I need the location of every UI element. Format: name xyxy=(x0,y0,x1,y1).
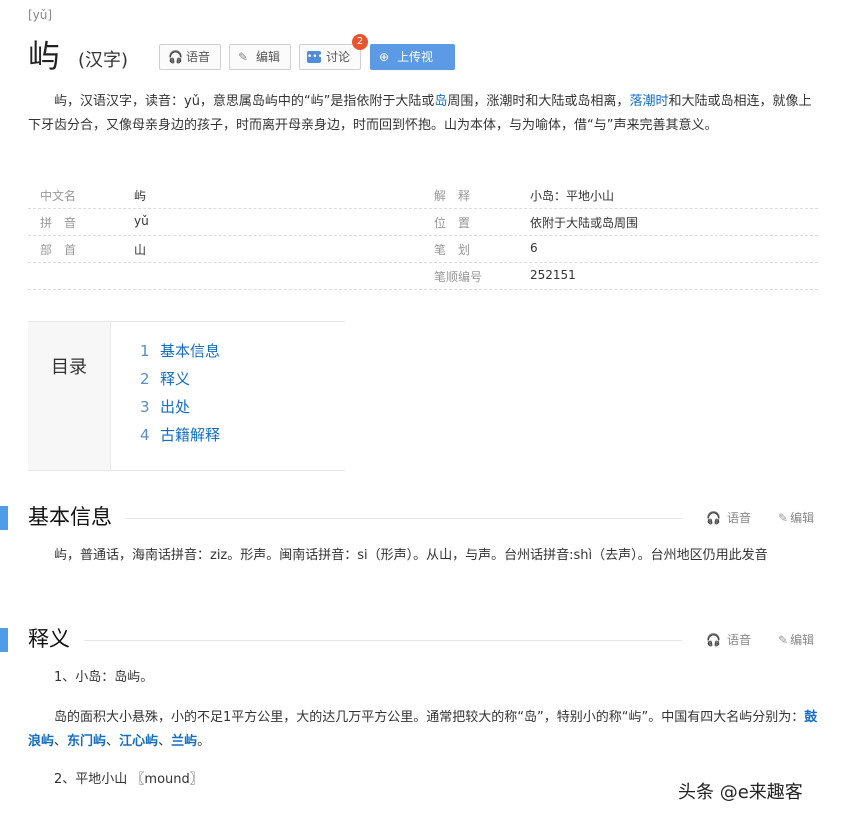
section-voice-button[interactable]: 🎧 语音 xyxy=(706,509,751,527)
headphones-icon: 🎧 xyxy=(706,511,721,525)
link-lanyu[interactable]: 兰屿 xyxy=(171,734,197,749)
info-key: 部 首 xyxy=(40,243,77,257)
page-subtitle: (汉字) xyxy=(78,50,129,71)
info-value: 小岛：平地小山 xyxy=(530,189,615,203)
info-key: 解 释 xyxy=(434,189,471,203)
toc-item-number: 4 xyxy=(140,426,150,444)
toc-list: 1 基本信息 2 释义 3 出处 4 古籍解释 xyxy=(140,340,220,452)
link-dongmenyu[interactable]: 东门屿 xyxy=(67,734,106,749)
section-divider xyxy=(126,518,682,519)
section-edit-button[interactable]: ✎ 编辑 xyxy=(778,509,814,527)
info-value: yǔ xyxy=(134,214,149,228)
info-row: 笔顺编号 252151 xyxy=(28,263,818,290)
pencil-icon: ✎ xyxy=(778,511,789,525)
section-edit-button[interactable]: ✎ 编辑 xyxy=(778,631,814,649)
toc-item-number: 3 xyxy=(140,398,150,416)
pencil-icon: ✎ xyxy=(238,50,249,64)
headphones-icon: 🎧 xyxy=(168,50,183,64)
separator: 、 xyxy=(158,734,172,749)
section-edit-label: 编辑 xyxy=(790,511,815,525)
info-value: 6 xyxy=(530,241,538,255)
table-of-contents: 目录 1 基本信息 2 释义 3 出处 4 古籍解释 xyxy=(28,321,345,471)
edit-button-label: 编辑 xyxy=(256,50,281,64)
info-value: 依附于大陆或岛周围 xyxy=(530,216,639,230)
info-box: 中文名 屿 解 释 小岛：平地小山 拼 音 yǔ 位 置 依附于大陆或岛周围 部… xyxy=(28,182,818,290)
info-value: 252151 xyxy=(530,268,576,282)
toc-item-label: 释义 xyxy=(160,370,191,388)
info-key: 笔顺编号 xyxy=(434,270,483,284)
voice-button-label: 语音 xyxy=(186,50,211,64)
meaning-paragraph: 岛的面积大小悬殊，小的不足1平方公里，大的达几万平方公里。通常把较大的称“岛”，… xyxy=(28,706,818,754)
section-title: 释义 xyxy=(28,627,70,651)
toc-item-source[interactable]: 3 出处 xyxy=(140,396,220,424)
section-voice-label: 语音 xyxy=(726,511,751,525)
pencil-icon: ✎ xyxy=(778,633,789,647)
info-row: 中文名 屿 解 释 小岛：平地小山 xyxy=(28,182,818,209)
period: 。 xyxy=(197,734,211,749)
upload-video-button-label: 上传视频 xyxy=(397,50,434,88)
section-accent-bar xyxy=(0,506,8,530)
section-voice-button[interactable]: 🎧 语音 xyxy=(706,631,751,649)
section-header-basic-info: 基本信息 🎧 语音 ✎ 编辑 xyxy=(0,502,843,532)
meaning-text: 岛的面积大小悬殊，小的不足1平方公里，大的达几万平方公里。通常把较大的称“岛”，… xyxy=(54,710,805,725)
toc-item-ancient-books[interactable]: 4 古籍解释 xyxy=(140,424,220,452)
separator: 、 xyxy=(54,734,68,749)
info-key: 位 置 xyxy=(434,216,471,230)
section-voice-label: 语音 xyxy=(726,633,751,647)
upload-video-button[interactable]: ⊕ 上传视频 xyxy=(370,44,455,88)
meaning-item-1: 1、小岛：岛屿。 xyxy=(54,670,154,685)
edit-button[interactable]: ✎ 编辑 xyxy=(229,44,291,70)
section-header-meaning: 释义 🎧 语音 ✎ 编辑 xyxy=(0,624,843,654)
toc-item-meaning[interactable]: 2 释义 xyxy=(140,368,220,396)
intro-text: 周围，涨潮时和大陆或岛相离， xyxy=(447,94,630,109)
discuss-count-badge: 2 xyxy=(352,34,368,50)
separator: 、 xyxy=(106,734,120,749)
toc-item-number: 1 xyxy=(140,342,150,360)
section-divider xyxy=(84,640,682,641)
page-title: 屿 xyxy=(28,37,61,75)
toc-item-number: 2 xyxy=(140,370,150,388)
link-low-tide[interactable]: 落潮时 xyxy=(629,94,668,109)
section-edit-label: 编辑 xyxy=(790,633,815,647)
link-jiangxinyu[interactable]: 江心屿 xyxy=(119,734,158,749)
info-value: 山 xyxy=(134,243,147,257)
section-title: 基本信息 xyxy=(28,505,112,529)
info-key: 笔 划 xyxy=(434,243,471,257)
chat-icon: ••• xyxy=(307,51,323,63)
headphones-icon: 🎧 xyxy=(706,633,721,647)
toc-label: 目录 xyxy=(28,322,111,470)
plus-circle-icon: ⊕ xyxy=(379,50,390,64)
voice-button[interactable]: 🎧 语音 xyxy=(159,44,221,70)
link-island[interactable]: 岛 xyxy=(434,94,447,109)
section-accent-bar xyxy=(0,628,8,652)
info-value: 屿 xyxy=(134,189,147,203)
watermark: 头条 @e来趣客 xyxy=(678,782,803,803)
info-row: 部 首 山 笔 划 6 xyxy=(28,236,818,263)
discuss-button[interactable]: ••• 讨论 xyxy=(299,44,361,70)
info-key: 拼 音 xyxy=(40,216,77,230)
intro-paragraph: 屿，汉语汉字，读音：yǔ，意思属岛屿中的“屿”是指依附于大陆或岛周围，涨潮时和大… xyxy=(28,90,818,138)
info-key: 中文名 xyxy=(40,189,77,203)
intro-text: 屿，汉语汉字，读音：yǔ，意思属岛屿中的“屿”是指依附于大陆或 xyxy=(54,94,435,109)
title-row: 屿 (汉字) 🎧 语音 ✎ 编辑 ••• 讨论 2 ⊕ 上传视频 xyxy=(28,34,828,88)
discuss-button-label: 讨论 xyxy=(326,50,351,64)
toc-item-basic-info[interactable]: 1 基本信息 xyxy=(140,340,220,368)
basic-info-text: 屿，普通话，海南话拼音：ziz。形声。闽南话拼音：si（形声）。从山，与声。台州… xyxy=(54,548,768,563)
toc-item-label: 出处 xyxy=(160,398,191,416)
pinyin-label: [yǔ] xyxy=(28,8,53,22)
toc-item-label: 基本信息 xyxy=(160,342,221,360)
toc-item-label: 古籍解释 xyxy=(160,426,221,444)
info-row: 拼 音 yǔ 位 置 依附于大陆或岛周围 xyxy=(28,209,818,236)
